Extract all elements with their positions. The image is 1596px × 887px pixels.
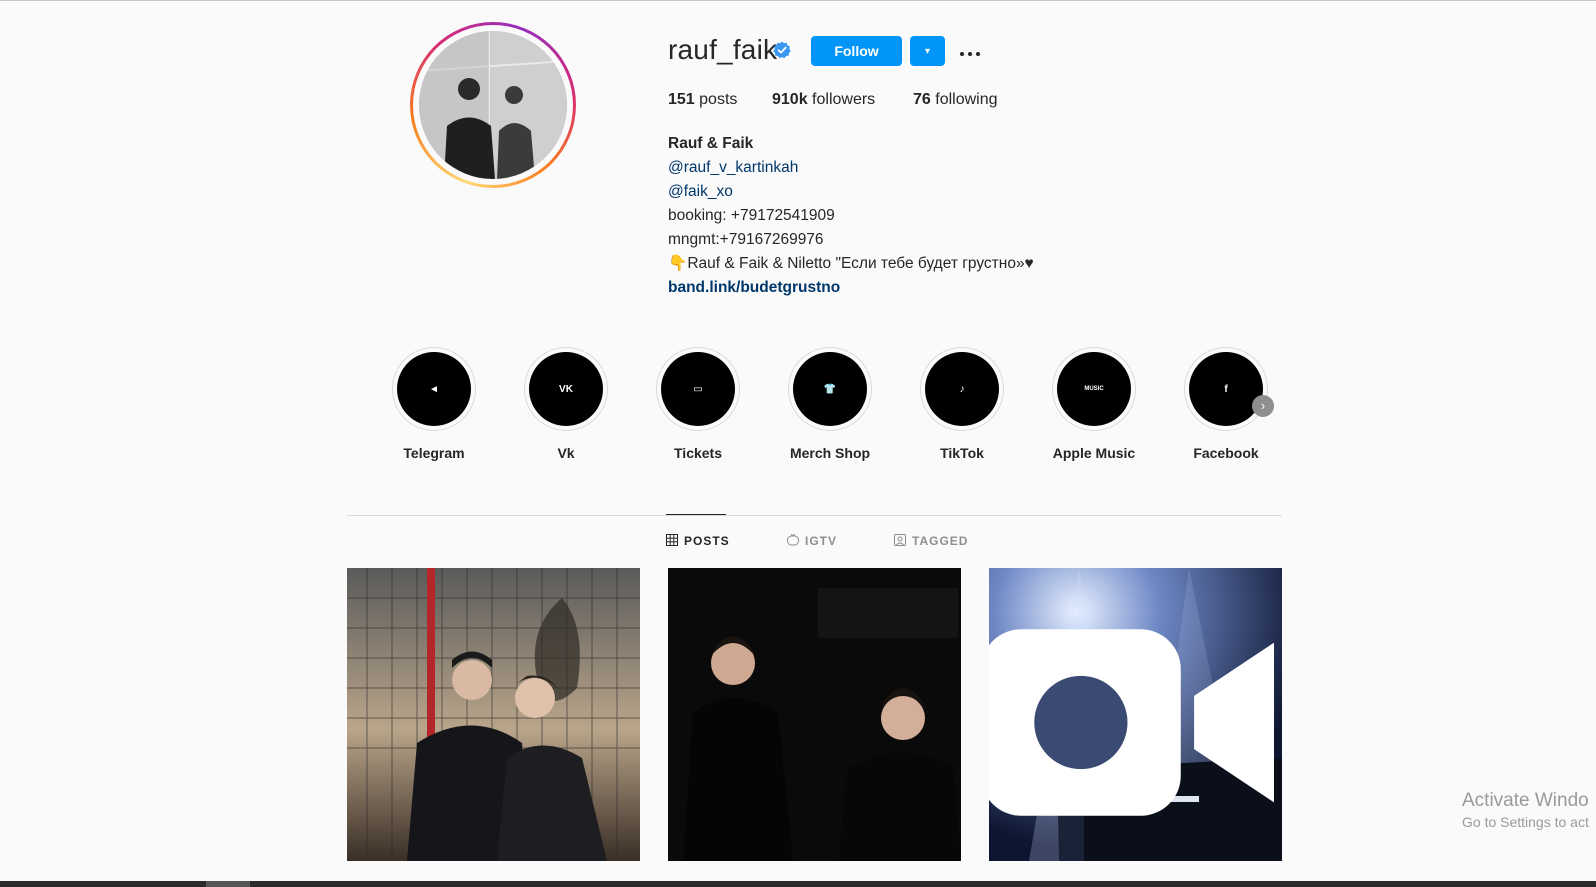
highlight-label: Merch Shop (789, 445, 871, 461)
suggested-accounts-dropdown-button[interactable]: ▾ (910, 36, 945, 66)
followers-stat[interactable]: 910k followers (772, 91, 875, 109)
highlight-label: Vk (557, 445, 575, 461)
bio-mention-faik[interactable]: @faik_xo (668, 180, 1034, 204)
highlight-label: Telegram (403, 445, 465, 461)
pointing-down-emoji-icon: 👇 (668, 255, 688, 272)
more-options-button[interactable] (955, 36, 985, 66)
followers-label: followers (812, 91, 876, 108)
facebook-icon: f (1224, 383, 1228, 395)
more-dots-icon (960, 51, 964, 56)
highlight-label: Apple Music (1052, 445, 1136, 461)
bio-mention-rauf[interactable]: @rauf_v_kartinkah (668, 156, 1034, 180)
post-thumbnail[interactable] (347, 568, 640, 861)
bio-booking: booking: +79172541909 (668, 207, 835, 224)
telegram-icon: ◄ (429, 383, 439, 395)
highlights-next-button[interactable]: › (1252, 395, 1274, 417)
following-stat[interactable]: 76 following (913, 91, 998, 109)
tab-tagged[interactable]: TAGGED (894, 534, 968, 548)
follow-button[interactable]: Follow (811, 36, 902, 66)
tiktok-icon: ♪ (959, 383, 965, 395)
profile-bio: Rauf & Faik @rauf_v_kartinkah @faik_xo b… (668, 132, 1034, 300)
following-count: 76 (913, 91, 931, 108)
highlight-label: Tickets (674, 445, 722, 461)
highlight-merch-shop[interactable]: 👕 Merch Shop (780, 347, 880, 461)
followers-count: 910k (772, 91, 808, 108)
highlight-apple-music[interactable]: MUSIC Apple Music (1044, 347, 1144, 461)
posts-count: 151 (668, 91, 695, 108)
tabs-divider (347, 515, 1282, 516)
tshirt-icon: 👕 (823, 383, 837, 395)
avatar-photo (419, 31, 567, 179)
tagged-user-icon (894, 534, 906, 546)
chevron-right-icon: › (1260, 398, 1266, 413)
highlight-tickets[interactable]: ▭ Tickets (648, 347, 748, 461)
profile-avatar[interactable] (410, 22, 576, 188)
following-label: following (935, 91, 998, 108)
highlight-label: TikTok (940, 445, 984, 461)
taskbar-edge (0, 881, 1596, 887)
avatar-photo-art (419, 31, 567, 179)
active-tab-indicator (666, 514, 726, 515)
posts-stat: 151 posts (668, 91, 737, 109)
highlight-tiktok[interactable]: ♪ TikTok (912, 347, 1012, 461)
bio-full-name: Rauf & Faik (668, 135, 754, 152)
verified-badge-icon (773, 41, 791, 58)
highlight-telegram[interactable]: ◄ Telegram (384, 347, 484, 461)
grid-icon (666, 534, 678, 546)
bio-release-text: Rauf & Faik & Niletto "Если тебе будет г… (687, 255, 1034, 272)
bio-management: mngmt:+79167269976 (668, 231, 824, 248)
highlight-label: Facebook (1193, 445, 1259, 461)
post-photo (347, 568, 640, 861)
vk-icon: VK (559, 383, 573, 395)
apple-music-icon: MUSIC (1084, 386, 1104, 392)
tab-posts[interactable]: POSTS (666, 534, 730, 548)
posts-label: posts (699, 91, 738, 108)
bio-external-link[interactable]: band.link/budetgrustno (668, 276, 1034, 300)
post-photo (668, 568, 961, 861)
tab-igtv[interactable]: IGTV (787, 534, 837, 548)
window-top-border (0, 0, 1596, 1)
chevron-down-icon: ▾ (924, 45, 931, 57)
igtv-icon (787, 534, 799, 546)
activate-windows-watermark: Activate Windo Go to Settings to act (1462, 790, 1589, 830)
ticket-icon: ▭ (693, 383, 703, 395)
post-thumbnail[interactable] (989, 568, 1282, 861)
video-camera-icon (989, 629, 1274, 816)
highlight-vk[interactable]: VK Vk (516, 347, 616, 461)
bio-release: 👇Rauf & Faik & Niletto "Если тебе будет … (668, 252, 1034, 276)
post-thumbnail[interactable] (668, 568, 961, 861)
profile-username: rauf_faik (668, 34, 778, 65)
